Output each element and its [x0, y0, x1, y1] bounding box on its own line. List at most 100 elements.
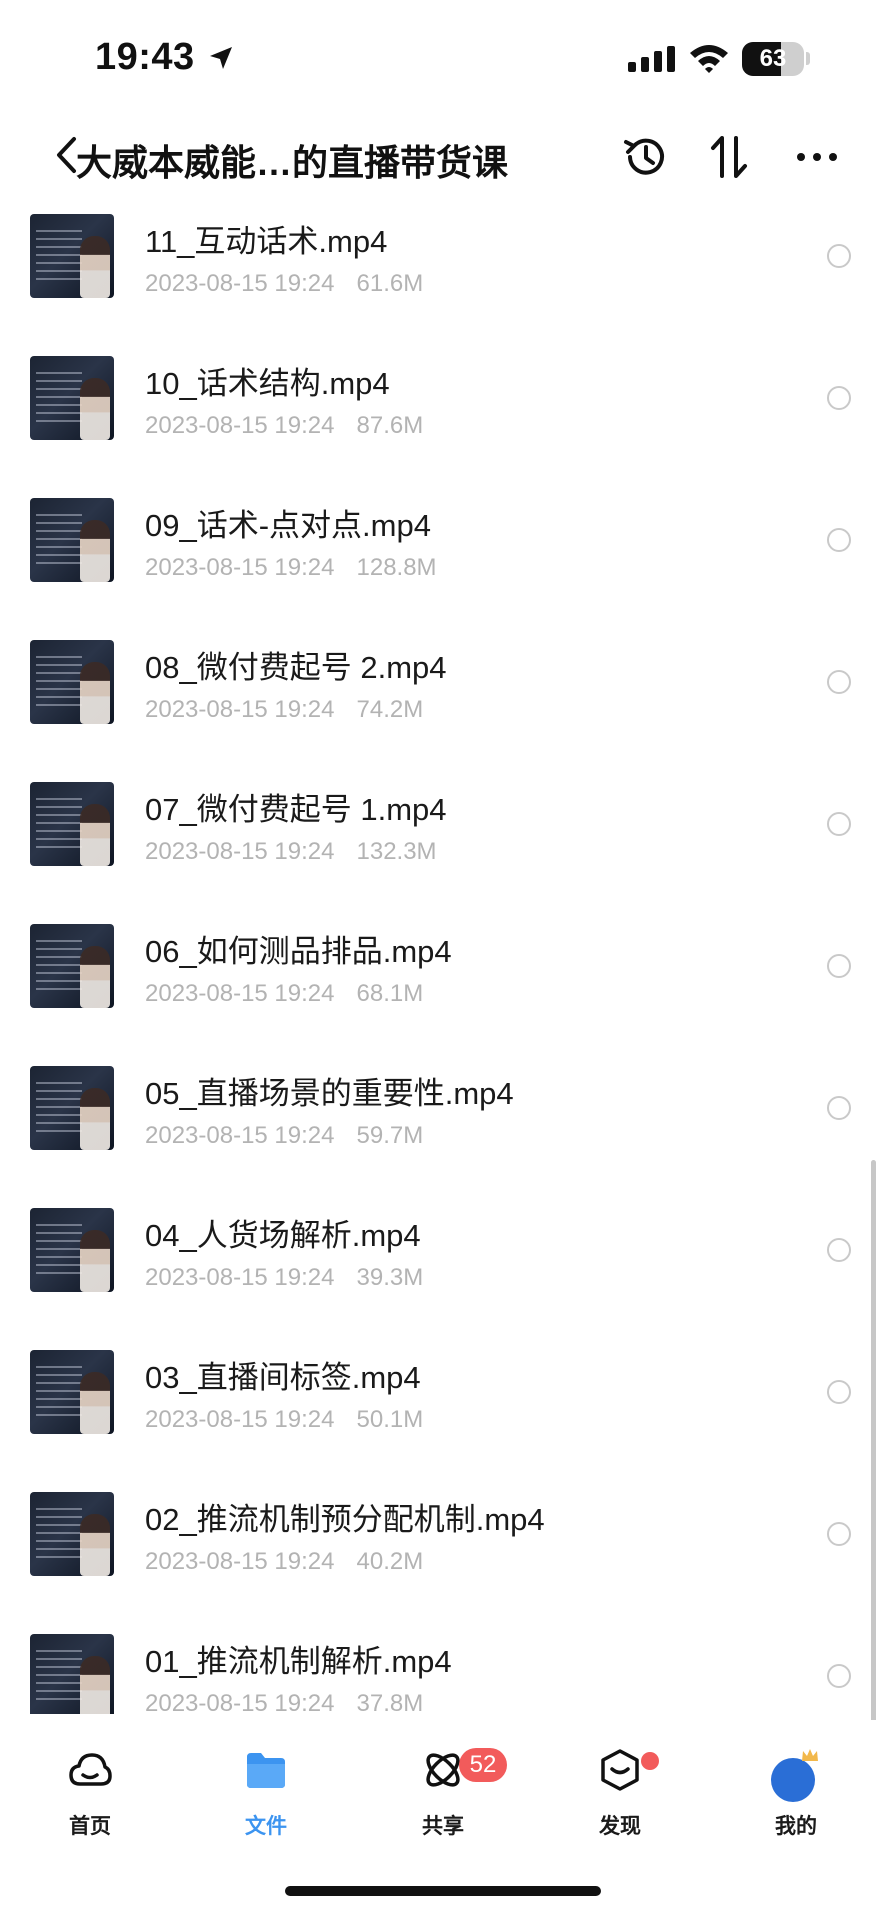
file-name: 06_如何测品排品.mp4 [145, 934, 452, 969]
file-meta: 2023-08-15 19:24 68.1M [145, 980, 423, 1008]
file-size: 37.8M [356, 1690, 424, 1714]
file-date: 2023-08-15 19:24 [145, 1406, 335, 1433]
crown-icon [802, 1749, 818, 1761]
sort-icon[interactable] [708, 134, 752, 180]
file-date: 2023-08-15 19:24 [145, 1122, 335, 1149]
select-radio[interactable] [827, 1096, 851, 1120]
file-row[interactable]: 05_直播场景的重要性.mp4 2023-08-15 19:24 59.7M [0, 1066, 886, 1208]
file-meta: 2023-08-15 19:24 74.2M [145, 696, 423, 724]
more-icon[interactable] [796, 152, 838, 162]
tab-label: 发现 [599, 1815, 641, 1838]
select-radio[interactable] [827, 386, 851, 410]
file-row[interactable]: 02_推流机制预分配机制.mp4 2023-08-15 19:24 40.2M [0, 1492, 886, 1634]
thumbnail-board [36, 650, 82, 706]
file-name: 11_互动话术.mp4 [145, 224, 388, 259]
thumbnail-board [36, 508, 82, 564]
file-name: 10_话术结构.mp4 [145, 366, 390, 401]
video-thumbnail [30, 214, 114, 298]
file-meta: 2023-08-15 19:24 132.3M [145, 838, 437, 866]
location-arrow-icon [210, 47, 232, 69]
file-size: 132.3M [356, 838, 437, 865]
battery-tip [806, 52, 810, 65]
discover-notification-dot [641, 1752, 659, 1770]
file-name: 09_话术-点对点.mp4 [145, 508, 431, 543]
file-name: 01_推流机制解析.mp4 [145, 1644, 452, 1679]
thumbnail-board [36, 934, 82, 990]
thumbnail-presenter [80, 662, 110, 724]
file-size: 68.1M [356, 980, 424, 1007]
tab-label: 我的 [775, 1815, 817, 1838]
cloud-icon [69, 1753, 112, 1786]
select-radio[interactable] [827, 1380, 851, 1404]
file-row[interactable]: 06_如何测品排品.mp4 2023-08-15 19:24 68.1M [0, 924, 886, 1066]
home-indicator [285, 1886, 601, 1896]
select-radio[interactable] [827, 1664, 851, 1688]
file-date: 2023-08-15 19:24 [145, 838, 335, 865]
select-radio[interactable] [827, 1238, 851, 1262]
status-bar: 19:43 63 [0, 0, 886, 120]
select-radio[interactable] [827, 1522, 851, 1546]
file-size: 128.8M [356, 554, 437, 581]
file-row[interactable]: 01_推流机制解析.mp4 2023-08-15 19:24 37.8M [0, 1634, 886, 1714]
select-radio[interactable] [827, 954, 851, 978]
video-thumbnail [30, 1208, 114, 1292]
thumbnail-board [36, 792, 82, 848]
thumbnail-board [36, 224, 82, 280]
file-date: 2023-08-15 19:24 [145, 696, 335, 723]
file-size: 87.6M [356, 412, 424, 439]
file-row[interactable]: 04_人货场解析.mp4 2023-08-15 19:24 39.3M [0, 1208, 886, 1350]
file-date: 2023-08-15 19:24 [145, 554, 335, 581]
file-date: 2023-08-15 19:24 [145, 980, 335, 1007]
video-thumbnail [30, 1350, 114, 1434]
file-size: 61.6M [356, 270, 424, 297]
tab-discover[interactable]: 发现 [560, 1748, 680, 1848]
back-chevron-icon[interactable] [54, 135, 78, 175]
thumbnail-presenter [80, 1372, 110, 1434]
file-meta: 2023-08-15 19:24 50.1M [145, 1406, 423, 1434]
file-meta: 2023-08-15 19:24 128.8M [145, 554, 437, 582]
tab-label: 首页 [69, 1815, 111, 1838]
thumbnail-presenter [80, 804, 110, 866]
select-radio[interactable] [827, 670, 851, 694]
video-thumbnail [30, 1634, 114, 1714]
signal-icon [628, 46, 675, 72]
file-row[interactable]: 08_微付费起号 2.mp4 2023-08-15 19:24 74.2M [0, 640, 886, 782]
file-row[interactable]: 07_微付费起号 1.mp4 2023-08-15 19:24 132.3M [0, 782, 886, 924]
file-row[interactable]: 03_直播间标签.mp4 2023-08-15 19:24 50.1M [0, 1350, 886, 1492]
tab-files[interactable]: 文件 [206, 1748, 326, 1848]
thumbnail-board [36, 1502, 82, 1558]
file-row[interactable]: 11_互动话术.mp4 2023-08-15 19:24 61.6M [0, 214, 886, 356]
video-thumbnail [30, 1066, 114, 1150]
tab-home[interactable]: 首页 [30, 1748, 150, 1848]
file-size: 74.2M [356, 696, 424, 723]
video-thumbnail [30, 1492, 114, 1576]
file-size: 59.7M [356, 1122, 424, 1149]
file-size: 40.2M [356, 1548, 424, 1575]
file-name: 05_直播场景的重要性.mp4 [145, 1076, 514, 1111]
folder-icon [247, 1753, 285, 1788]
thumbnail-board [36, 1076, 82, 1132]
discover-icon [601, 1749, 639, 1791]
file-meta: 2023-08-15 19:24 87.6M [145, 412, 423, 440]
file-date: 2023-08-15 19:24 [145, 1690, 335, 1714]
file-name: 07_微付费起号 1.mp4 [145, 792, 447, 827]
file-row[interactable]: 10_话术结构.mp4 2023-08-15 19:24 87.6M [0, 356, 886, 498]
tab-label: 文件 [245, 1815, 287, 1838]
video-thumbnail [30, 356, 114, 440]
thumbnail-presenter [80, 1230, 110, 1292]
scrollbar[interactable] [871, 1160, 876, 1740]
select-radio[interactable] [827, 528, 851, 552]
file-meta: 2023-08-15 19:24 39.3M [145, 1264, 423, 1292]
select-radio[interactable] [827, 244, 851, 268]
file-size: 39.3M [356, 1264, 424, 1291]
history-icon[interactable] [622, 134, 668, 180]
file-row[interactable]: 09_话术-点对点.mp4 2023-08-15 19:24 128.8M [0, 498, 886, 640]
avatar-icon[interactable] [771, 1758, 815, 1802]
video-thumbnail [30, 498, 114, 582]
thumbnail-presenter [80, 520, 110, 582]
select-radio[interactable] [827, 812, 851, 836]
file-size: 50.1M [356, 1406, 424, 1433]
wifi-icon [690, 45, 728, 73]
share-icon [426, 1753, 460, 1787]
file-name: 04_人货场解析.mp4 [145, 1218, 421, 1253]
